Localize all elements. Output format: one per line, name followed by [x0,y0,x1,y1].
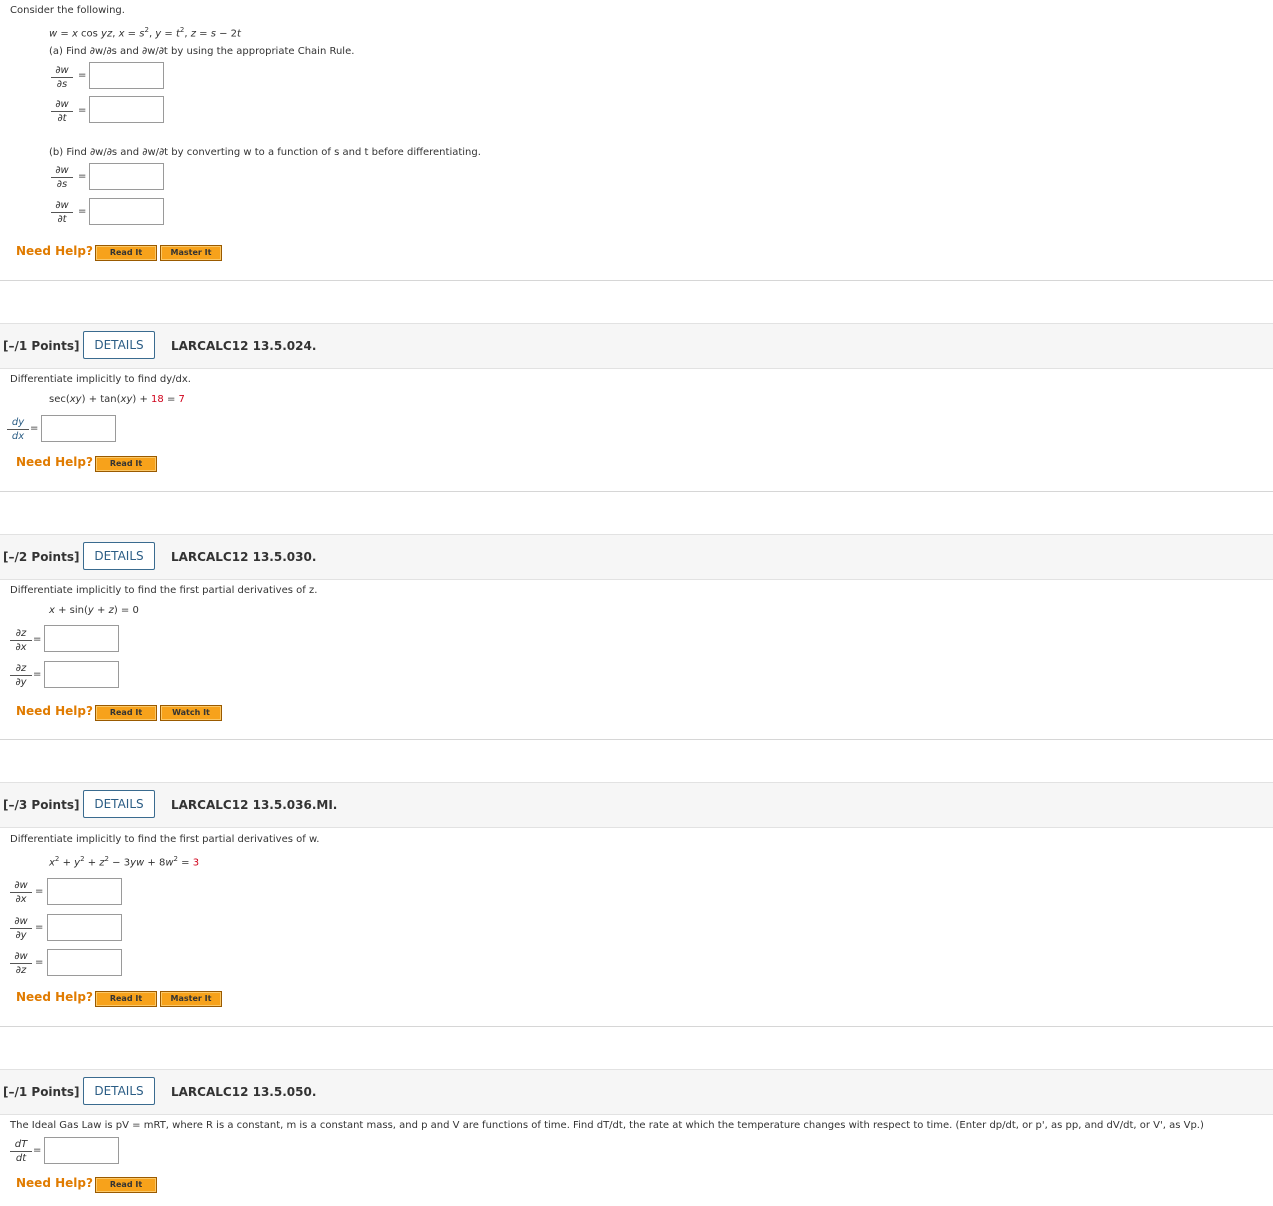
question-header: [–/1 Points] DETAILS LARCALC12 13.5.024. [0,323,1273,369]
question-id: LARCALC12 13.5.024. [171,339,317,353]
question-prompt: The Ideal Gas Law is pV = mRT, where R i… [10,1120,1204,1131]
answer-dz-dx[interactable] [44,625,119,652]
answer-a-dw-ds[interactable] [89,62,164,89]
equals-sign: = [33,634,42,645]
question-id: LARCALC12 13.5.050. [171,1085,317,1099]
equals-sign: = [30,423,39,434]
equals-sign: = [78,105,87,116]
question-equation: x + sin(y + z) = 0 [49,605,139,616]
given-equations: w = x cos yz, x = s2, y = t2, z = s − 2t [49,26,241,40]
read-it-button[interactable]: Read It [95,991,157,1007]
divider [0,739,1273,740]
dw-ds-label: ∂w ∂s [51,65,73,90]
dw-dz-label: ∂w ∂z [10,951,32,976]
divider [0,280,1273,281]
equals-sign: = [33,669,42,680]
answer-dz-dy[interactable] [44,661,119,688]
watch-it-button[interactable]: Watch It [160,705,222,721]
details-button[interactable]: DETAILS [83,542,155,570]
part-a-prompt: (a) Find ∂w/∂s and ∂w/∂t by using the ap… [49,46,355,57]
question-equation: x2 + y2 + z2 − 3yw + 8w2 = 3 [49,855,200,869]
divider [0,491,1273,492]
equals-sign: = [35,886,44,897]
equals-sign: = [78,171,87,182]
answer-b-dw-dt[interactable] [89,198,164,225]
answer-dy-dx[interactable] [41,415,116,442]
dw-dt-label: ∂w ∂t [51,99,73,124]
need-help-label: Need Help? [16,1176,93,1190]
equals-sign: = [35,922,44,933]
master-it-button[interactable]: Master It [160,245,222,261]
dw-dx-label: ∂w ∂x [10,880,32,905]
question-prompt: Differentiate implicitly to find the fir… [10,834,320,845]
question-header: [–/3 Points] DETAILS LARCALC12 13.5.036.… [0,782,1273,828]
read-it-button[interactable]: Read It [95,456,157,472]
answer-dw-dx[interactable] [47,878,122,905]
question-prompt: Differentiate implicitly to find dy/dx. [10,374,191,385]
dw-ds-label: ∂w ∂s [51,165,73,190]
master-it-button[interactable]: Master It [160,991,222,1007]
question-intro: Consider the following. [10,5,125,16]
need-help-label: Need Help? [16,244,93,258]
points-label: [–/1 Points] [3,1085,80,1099]
part-b-prompt: (b) Find ∂w/∂s and ∂w/∂t by converting w… [49,147,481,158]
points-label: [–/3 Points] [3,798,80,812]
question-header: [–/1 Points] DETAILS LARCALC12 13.5.050. [0,1069,1273,1115]
read-it-button[interactable]: Read It [95,705,157,721]
answer-a-dw-dt[interactable] [89,96,164,123]
dw-dy-label: ∂w ∂y [10,916,32,941]
read-it-button[interactable]: Read It [95,245,157,261]
equals-sign: = [78,206,87,217]
dz-dx-label: ∂z ∂x [10,628,32,653]
question-id: LARCALC12 13.5.030. [171,550,317,564]
details-button[interactable]: DETAILS [83,790,155,818]
need-help-label: Need Help? [16,704,93,718]
read-it-button[interactable]: Read It [95,1177,157,1193]
equals-sign: = [33,1145,42,1156]
question-prompt: Differentiate implicitly to find the fir… [10,585,318,596]
dz-dy-label: ∂z ∂y [10,663,32,688]
equals-sign: = [78,70,87,81]
question-id: LARCALC12 13.5.036.MI. [171,798,338,812]
dT-dt-label: dT dt [10,1139,32,1164]
equals-sign: = [35,957,44,968]
answer-dw-dz[interactable] [47,949,122,976]
answer-b-dw-ds[interactable] [89,163,164,190]
details-button[interactable]: DETAILS [83,331,155,359]
need-help-label: Need Help? [16,990,93,1004]
dy-dx-label: dy dx [7,417,29,442]
points-label: [–/2 Points] [3,550,80,564]
dw-dt-label: ∂w ∂t [51,200,73,225]
details-button[interactable]: DETAILS [83,1077,155,1105]
answer-dw-dy[interactable] [47,914,122,941]
points-label: [–/1 Points] [3,339,80,353]
need-help-label: Need Help? [16,455,93,469]
question-header: [–/2 Points] DETAILS LARCALC12 13.5.030. [0,534,1273,580]
answer-dT-dt[interactable] [44,1137,119,1164]
divider [0,1026,1273,1027]
question-equation: sec(xy) + tan(xy) + 18 = 7 [49,394,185,405]
